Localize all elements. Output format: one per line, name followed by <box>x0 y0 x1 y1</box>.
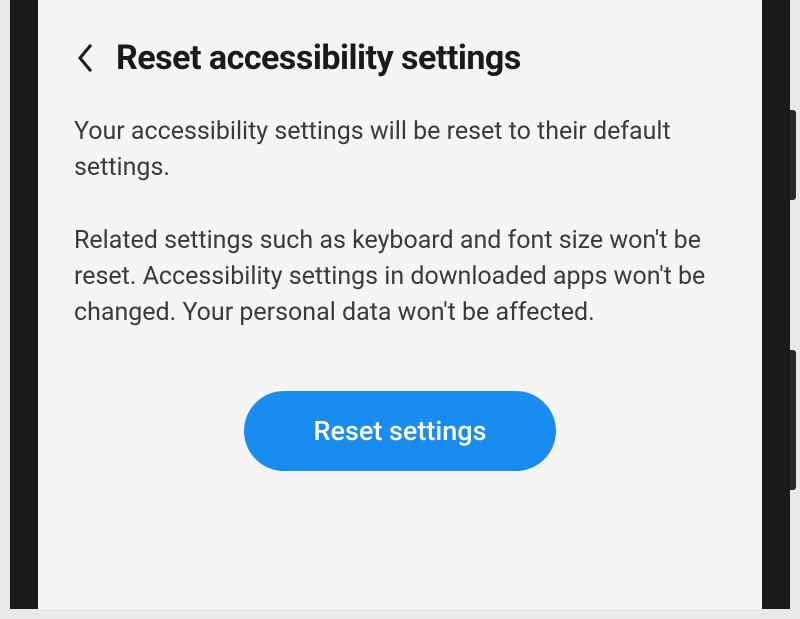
phone-side-button <box>790 110 796 200</box>
button-container: Reset settings <box>74 391 726 471</box>
phone-bezel <box>10 0 38 609</box>
phone-frame: Reset accessibility settings Your access… <box>10 0 790 609</box>
header: Reset accessibility settings <box>74 38 726 78</box>
phone-side-button <box>790 350 796 490</box>
reset-settings-button[interactable]: Reset settings <box>244 391 557 471</box>
screen: Reset accessibility settings Your access… <box>38 0 762 609</box>
description-text: Your accessibility settings will be rese… <box>74 114 726 187</box>
back-icon[interactable] <box>74 47 96 69</box>
phone-bezel <box>762 0 790 609</box>
details-text: Related settings such as keyboard and fo… <box>74 223 726 332</box>
page-title: Reset accessibility settings <box>116 38 521 78</box>
